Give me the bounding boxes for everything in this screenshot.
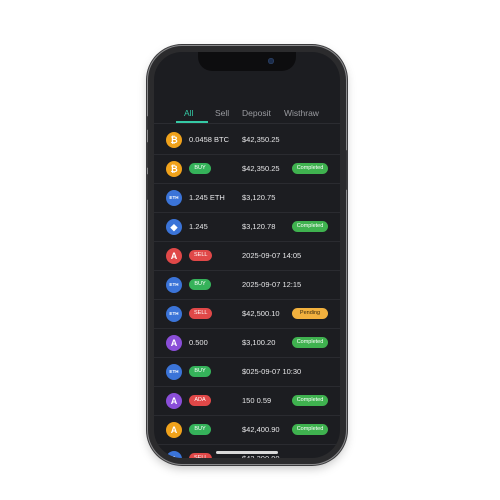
notch (198, 52, 296, 71)
phone-frame: All Sell Deposit Wisthraw ₿ 0.0458 BTC $42… (146, 46, 348, 464)
status-badge: Completed (292, 221, 328, 232)
transaction-value: 2025-09-07 14:05 (242, 251, 302, 260)
transaction-row[interactable]: ETH BUY $025-09-07 10:30 (154, 358, 340, 387)
transaction-value: $025-09-07 10:30 (242, 367, 302, 376)
ada-coin-icon: A (166, 335, 182, 351)
transaction-row[interactable]: ₿ 0.0458 BTC $42,350.25 (154, 126, 340, 155)
transaction-row[interactable]: ◆ 1.245 $3,120.78 Completed (154, 213, 340, 242)
transaction-value: $3,120.75 (242, 193, 276, 202)
transaction-value: $42,500.10 (242, 309, 280, 318)
transaction-value: $3,120.78 (242, 222, 276, 231)
tab-withdraw[interactable]: Wisthraw (284, 108, 319, 118)
transaction-tabs: All Sell Deposit Wisthraw (154, 104, 340, 124)
transaction-row[interactable]: ₿ BUY $42,350.25 Completed (154, 155, 340, 184)
power-button (346, 150, 348, 190)
transaction-row[interactable]: ETH SELL $42,500.10 Pending (154, 300, 340, 329)
bitcoin-icon: ₿ (166, 132, 182, 148)
sell-badge: ADA (189, 395, 211, 406)
status-badge: Completed (292, 424, 328, 435)
tab-all[interactable]: All (184, 108, 193, 118)
mute-switch (146, 116, 148, 130)
front-camera-icon (268, 58, 274, 64)
transaction-row[interactable]: A 0.500 $3,100.20 Completed (154, 329, 340, 358)
buy-badge: BUY (189, 424, 211, 435)
bitcoin-icon: ₿ (166, 161, 182, 177)
phone-screen: All Sell Deposit Wisthraw ₿ 0.0458 BTC $42… (154, 52, 340, 458)
home-indicator[interactable] (216, 451, 278, 454)
transaction-amount: 1.245 ETH (189, 193, 225, 202)
tab-deposit[interactable]: Deposit (242, 108, 271, 118)
ada-coin-icon: A (166, 393, 182, 409)
volume-up-button (146, 142, 148, 168)
transaction-row[interactable]: A BUY $42,400.90 Completed (154, 416, 340, 445)
transaction-value: 150 0.59 (242, 396, 272, 405)
sell-badge: SELL (189, 250, 213, 261)
sell-badge: SELL (189, 308, 213, 319)
status-badge: Completed (292, 163, 328, 174)
ethereum-icon: ETH (166, 190, 182, 206)
transaction-value: 2025-09-07 12:15 (242, 280, 302, 289)
tabs-divider (154, 123, 340, 124)
transaction-amount: 0.0458 BTC (189, 135, 230, 144)
transaction-value: $3,100.20 (242, 338, 276, 347)
stack-coin-icon: ◆ (166, 451, 182, 458)
transaction-row[interactable]: ETH BUY 2025-09-07 12:15 (154, 271, 340, 300)
sell-badge: SELL (189, 453, 213, 458)
red-coin-icon: A (166, 248, 182, 264)
buy-badge: BUY (189, 366, 211, 377)
transaction-value: $42,300.90 (242, 454, 280, 458)
transaction-value: $42,400.90 (242, 425, 280, 434)
status-badge: Completed (292, 395, 328, 406)
tab-sell[interactable]: Sell (215, 108, 229, 118)
ethereum-icon: ETH (166, 306, 182, 322)
buy-badge: BUY (189, 279, 211, 290)
transaction-row[interactable]: ETH 1.245 ETH $3,120.75 (154, 184, 340, 213)
transaction-amount: 1.245 (189, 222, 208, 231)
transaction-value: $42,350.25 (242, 164, 280, 173)
stack-coin-icon: ◆ (166, 219, 182, 235)
status-badge: Pending (292, 308, 328, 319)
transaction-row[interactable]: A ADA 150 0.59 Completed (154, 387, 340, 416)
ethereum-icon: ETH (166, 277, 182, 293)
volume-down-button (146, 174, 148, 200)
transaction-row[interactable]: A SELL 2025-09-07 14:05 (154, 242, 340, 271)
status-badge: Completed (292, 337, 328, 348)
transaction-amount: 0.500 (189, 338, 208, 347)
ethereum-icon: ETH (166, 364, 182, 380)
transaction-value: $42,350.25 (242, 135, 280, 144)
buy-badge: BUY (189, 163, 211, 174)
bitcoin-icon: A (166, 422, 182, 438)
